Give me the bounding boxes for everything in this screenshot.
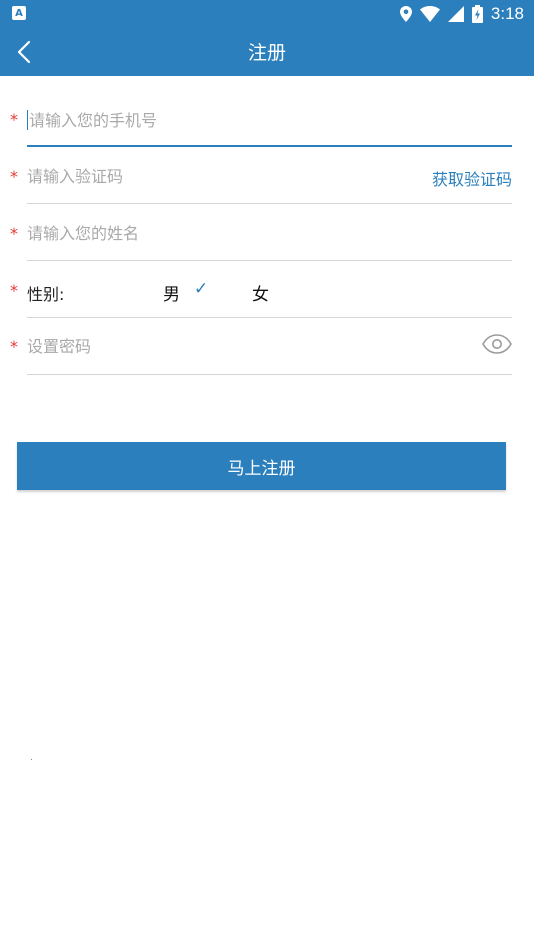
code-underline [27, 203, 512, 204]
required-mark: * [10, 167, 18, 186]
code-row: * 获取验证码 [0, 148, 534, 205]
name-row: * [0, 205, 534, 262]
chevron-left-icon [17, 40, 31, 64]
location-icon [399, 5, 412, 22]
wifi-icon [419, 5, 440, 22]
phone-row: * [0, 91, 534, 148]
name-underline [27, 260, 512, 261]
phone-underline [27, 145, 512, 147]
gender-male-option[interactable]: 男 [163, 280, 180, 305]
status-icons: 3:18 [399, 0, 524, 27]
eye-icon [482, 334, 512, 354]
code-input[interactable] [27, 161, 407, 191]
page-title: 注册 [247, 42, 286, 64]
password-underline [27, 374, 512, 375]
toggle-password-button[interactable] [482, 333, 514, 357]
back-button[interactable] [6, 34, 42, 70]
signal-icon [447, 5, 464, 22]
register-button[interactable]: 马上注册 [17, 442, 506, 490]
check-icon: ✓ [194, 279, 209, 299]
notification-icon: A [12, 6, 26, 20]
gender-row: * 性别: 男 ✓ 女 [0, 262, 534, 319]
password-input[interactable] [27, 331, 467, 361]
artifact-dot [31, 759, 32, 760]
password-row: * [0, 319, 534, 376]
phone-input[interactable] [27, 105, 512, 135]
name-input[interactable] [27, 218, 512, 248]
gender-underline [27, 317, 512, 318]
get-code-button[interactable]: 获取验证码 [432, 166, 512, 190]
required-mark: * [10, 337, 18, 356]
required-mark: * [10, 281, 18, 300]
clock: 3:18 [490, 3, 524, 23]
battery-icon [471, 4, 483, 23]
status-bar: A 3:18 [0, 0, 534, 27]
app-bar: 注册 [0, 27, 534, 76]
required-mark: * [10, 110, 18, 129]
required-mark: * [10, 224, 18, 243]
gender-label: 性别: [27, 285, 65, 304]
gender-female-option[interactable]: 女 [252, 280, 269, 305]
